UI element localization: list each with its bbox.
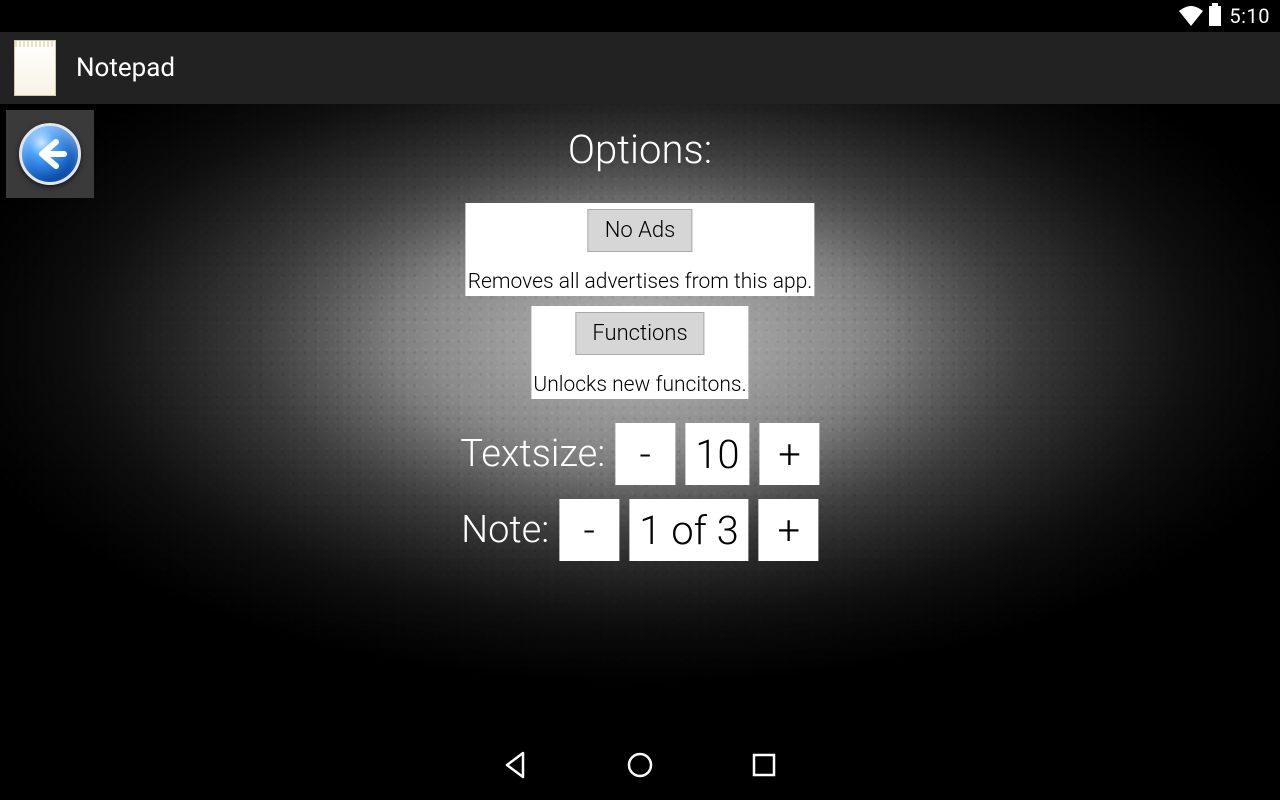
content-stage: Options: No Ads Removes all advertises f… [0,104,1280,730]
app-action-bar: Notepad [0,32,1280,104]
back-arrow-icon [19,123,81,185]
no-ads-panel: No Ads Removes all advertises from this … [466,203,815,296]
functions-description: Unlocks new funcitons. [533,373,746,397]
note-value: 1 of 3 [629,499,749,561]
note-row: Note: - 1 of 3 + [460,499,819,561]
android-nav-bar [0,730,1280,800]
status-clock: 5:10 [1229,4,1270,28]
options-heading: Options: [460,126,819,173]
textsize-value: 10 [685,423,749,485]
notepad-app-icon [14,40,56,96]
textsize-row: Textsize: - 10 + [460,423,819,485]
note-increase-button[interactable]: + [759,499,819,561]
textsize-increase-button[interactable]: + [760,423,820,485]
functions-panel: Functions Unlocks new funcitons. [531,306,748,399]
options-panel: Options: No Ads Removes all advertises f… [460,126,819,561]
note-decrease-button[interactable]: - [559,499,619,561]
nav-home-icon[interactable] [623,748,657,782]
textsize-label: Textsize: [460,432,605,476]
no-ads-description: Removes all advertises from this app. [468,270,813,294]
android-status-bar: 5:10 [0,0,1280,32]
textsize-decrease-button[interactable]: - [615,423,675,485]
app-title: Notepad [76,53,175,83]
no-ads-button[interactable]: No Ads [588,209,692,252]
wifi-icon [1179,6,1203,26]
back-button[interactable] [6,110,94,198]
nav-recents-icon[interactable] [747,748,781,782]
battery-icon [1209,6,1221,26]
functions-button[interactable]: Functions [575,312,704,355]
note-label: Note: [461,508,549,552]
nav-back-icon[interactable] [499,748,533,782]
